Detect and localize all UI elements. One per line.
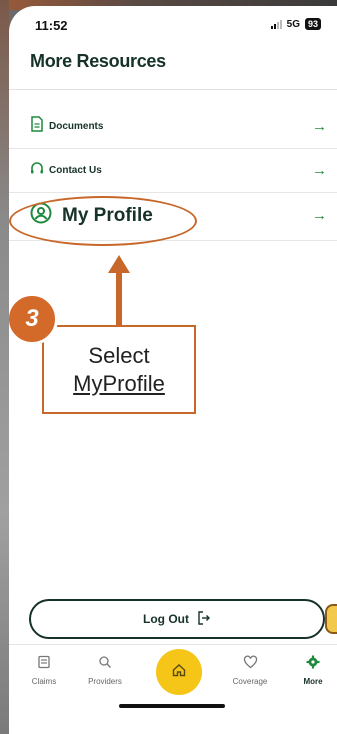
logout-label: Log Out (143, 612, 189, 626)
bottom-tab-bar: Claims Providers Coverage More (9, 644, 337, 734)
tab-label: Claims (31, 677, 57, 686)
headset-icon (30, 161, 44, 180)
gear-icon (306, 655, 320, 674)
divider (9, 192, 337, 193)
arrow-right-icon: → (312, 207, 327, 224)
tab-providers[interactable]: Providers (75, 655, 135, 686)
annotation-arrow-shaft (116, 272, 122, 332)
status-indicators: 5G 93 (270, 18, 321, 30)
arrow-right-icon: → (312, 118, 327, 135)
annotation-box: Select MyProfile (42, 325, 196, 414)
network-type: 5G (286, 18, 300, 30)
annotation-highlight (9, 196, 197, 246)
heart-icon (243, 655, 258, 674)
logout-button[interactable]: Log Out (29, 599, 325, 639)
tab-label: Providers (88, 677, 122, 686)
logout-icon (197, 610, 211, 628)
menu-item-documents[interactable]: Documents → (30, 116, 327, 137)
device-frame-left (0, 0, 9, 734)
tab-coverage[interactable]: Coverage (220, 655, 280, 686)
tab-home[interactable] (156, 649, 202, 695)
home-icon (171, 662, 187, 683)
arrow-right-icon: → (312, 162, 327, 179)
page-title: More Resources (30, 51, 166, 71)
menu-item-label: Contact Us (49, 165, 102, 176)
annotation-text: MyProfile (73, 370, 165, 396)
annotation-text: Select (88, 342, 150, 368)
annotation-arrow (108, 255, 130, 273)
status-time: 11:52 (35, 18, 68, 33)
tab-claims[interactable]: Claims (14, 655, 74, 686)
tab-more[interactable]: More (283, 655, 337, 686)
menu-item-contact-us[interactable]: Contact Us → (30, 161, 327, 180)
claims-icon (37, 655, 51, 674)
tab-label: More (303, 677, 323, 686)
phone-screen: 11:52 5G 93 More Resources Documents → C… (9, 6, 337, 734)
tab-label: Coverage (232, 677, 268, 686)
signal-icon (270, 19, 282, 29)
battery-icon: 93 (304, 18, 321, 30)
home-indicator (119, 704, 225, 708)
divider (9, 148, 337, 149)
menu-item-label: Documents (49, 121, 104, 132)
document-icon (30, 116, 44, 137)
divider (9, 89, 337, 90)
search-icon (98, 655, 112, 674)
floating-handle[interactable] (325, 604, 337, 634)
